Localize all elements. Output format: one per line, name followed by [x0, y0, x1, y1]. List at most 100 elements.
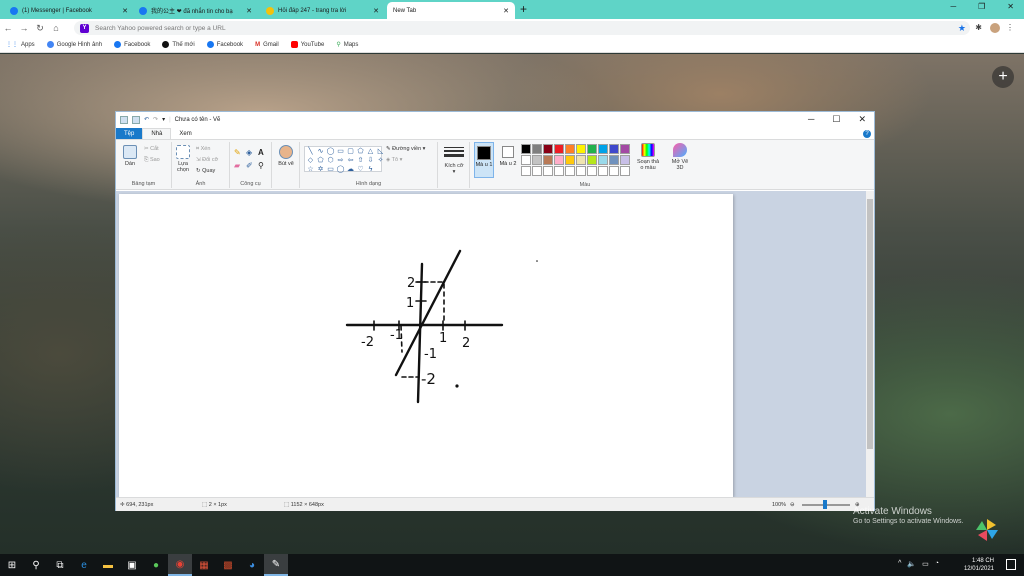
bookmark-apps[interactable]: ⋮⋮ Apps	[6, 41, 35, 49]
arrow-right-shape-icon[interactable]: ⇨	[336, 157, 345, 165]
avatar[interactable]	[990, 23, 1000, 33]
vertical-scrollbar[interactable]	[866, 191, 874, 497]
color-swatch[interactable]	[609, 144, 619, 154]
rounded-rect-shape-icon[interactable]: ▢	[346, 148, 355, 156]
tab-home[interactable]: Nhà	[142, 128, 172, 139]
rotate-button[interactable]: ↻ Quay	[196, 168, 215, 174]
color-swatch[interactable]	[587, 166, 597, 176]
color-swatch[interactable]	[554, 166, 564, 176]
tab-new-tab[interactable]: New Tab ✕	[387, 2, 515, 19]
color-swatch[interactable]	[543, 166, 553, 176]
notification-icon[interactable]	[1006, 559, 1016, 570]
file-explorer-icon[interactable]: ▬	[96, 554, 120, 576]
bookmark-facebook-2[interactable]: Facebook	[206, 41, 243, 48]
bookmark-maps[interactable]: ⚲ Maps	[336, 41, 358, 49]
save-icon[interactable]	[132, 115, 140, 124]
eraser-icon[interactable]: ▰	[234, 161, 242, 170]
color-swatch[interactable]	[554, 144, 564, 154]
tab-hoidap[interactable]: Hỏi đáp 247 - trang tra lời ✕	[260, 2, 385, 19]
network-icon[interactable]: ◔	[935, 560, 939, 568]
color-swatch[interactable]	[565, 166, 575, 176]
callout-oval-shape-icon[interactable]: ◯	[336, 166, 345, 174]
volume-icon[interactable]: 🔈	[907, 560, 916, 568]
size-button[interactable]: Kích cỡ ▾	[444, 145, 464, 175]
bookmark-youtube[interactable]: YouTube	[290, 41, 324, 48]
select-button[interactable]: Lựa chọn	[174, 145, 192, 173]
line-shape-icon[interactable]: ╲	[306, 148, 315, 156]
paint-taskbar-icon[interactable]: ✎	[264, 554, 288, 576]
copy-button[interactable]: ⎘ Sao	[144, 157, 160, 164]
office-icon[interactable]: ▦	[192, 554, 216, 576]
crop-button[interactable]: ⌗ Xén	[196, 146, 210, 153]
shapes-gallery[interactable]: ╲ ∿ ◯ ▭ ▢ ⬠ △ ◺ ◇ ⬠ ⬡ ⇨ ⇦ ⇧ ⇩ ✧ ☆ ✡ ▭ ◯	[304, 146, 385, 174]
right-triangle-shape-icon[interactable]: ◺	[376, 148, 385, 156]
color-swatch[interactable]	[521, 166, 531, 176]
back-icon[interactable]: ←	[0, 23, 16, 33]
diamond-shape-icon[interactable]: ◇	[306, 157, 315, 165]
color-swatch[interactable]	[587, 155, 597, 165]
redo-icon[interactable]: ↷	[153, 116, 158, 123]
color-swatch[interactable]	[609, 155, 619, 165]
forward-icon[interactable]: →	[16, 23, 32, 33]
color-swatch[interactable]	[532, 155, 542, 165]
new-tab-button[interactable]: +	[520, 2, 527, 16]
home-icon[interactable]: ⌂	[48, 23, 64, 33]
color-swatch[interactable]	[598, 144, 608, 154]
minimize-icon[interactable]: ─	[950, 2, 956, 11]
oval-shape-icon[interactable]: ◯	[326, 148, 335, 156]
scroll-thumb[interactable]	[867, 199, 873, 449]
app-icon[interactable]: ●	[144, 554, 168, 576]
start-icon[interactable]: ⊞	[0, 554, 24, 576]
zoom-out-icon[interactable]: ⊖	[790, 502, 795, 508]
color2-button[interactable]: Mà u 2	[499, 142, 517, 178]
color-swatch[interactable]	[543, 155, 553, 165]
arrow-left-shape-icon[interactable]: ⇦	[346, 157, 355, 165]
close-window-icon[interactable]: ✕	[858, 114, 866, 125]
callout-cloud-shape-icon[interactable]: ☁	[346, 166, 355, 174]
brushes-button[interactable]: Bút vẽ	[276, 145, 296, 167]
tab-file[interactable]: Tệp	[116, 128, 143, 139]
search-icon[interactable]: ⚲	[24, 554, 48, 576]
color-swatch[interactable]	[620, 155, 630, 165]
bookmark-star-icon[interactable]: ★	[958, 23, 966, 34]
close-icon[interactable]: ✕	[246, 7, 252, 15]
task-view-icon[interactable]: ⧉	[48, 554, 72, 576]
color-swatch[interactable]	[620, 144, 630, 154]
text-icon[interactable]: A	[258, 148, 266, 157]
add-shortcut-icon[interactable]: +	[992, 66, 1014, 88]
color-swatch[interactable]	[576, 166, 586, 176]
color-swatch[interactable]	[521, 155, 531, 165]
arrow-up-shape-icon[interactable]: ⇧	[356, 157, 365, 165]
store-icon[interactable]: ▣	[120, 554, 144, 576]
color-swatch[interactable]	[565, 144, 575, 154]
polygon-shape-icon[interactable]: ⬠	[356, 148, 365, 156]
color-swatch[interactable]	[521, 144, 531, 154]
minimize-icon[interactable]: ─	[808, 114, 814, 125]
rectangle-shape-icon[interactable]: ▭	[336, 148, 345, 156]
cut-button[interactable]: ✂ Cắt	[144, 146, 159, 152]
triangle-shape-icon[interactable]: △	[366, 148, 375, 156]
bookmark-the-moi[interactable]: Thế mới	[162, 41, 195, 48]
arrow-down-shape-icon[interactable]: ⇩	[366, 157, 375, 165]
undo-icon[interactable]: ↶	[144, 116, 149, 123]
tab-view[interactable]: Xem	[171, 128, 199, 139]
color-swatch[interactable]	[532, 144, 542, 154]
close-icon[interactable]: ✕	[122, 7, 128, 15]
drawing-canvas[interactable]: 2 1 -2 -1 1 2 -1 -2	[119, 194, 733, 497]
edge-icon[interactable]: e	[72, 554, 96, 576]
callout-rect-shape-icon[interactable]: ▭	[326, 166, 335, 174]
close-icon[interactable]: ✕	[503, 7, 509, 15]
pentagon-shape-icon[interactable]: ⬠	[316, 157, 325, 165]
paste-button[interactable]: Dán	[121, 145, 139, 167]
battery-icon[interactable]: ▭	[922, 560, 929, 568]
color-swatch[interactable]	[587, 144, 597, 154]
paint3d-button[interactable]: Mở Vẽ 3D	[668, 143, 692, 171]
color-swatch[interactable]	[565, 155, 575, 165]
tab-facebook-message[interactable]: 我的公主 ❤ đã nhắn tin cho bạ ✕	[133, 2, 258, 19]
star5-shape-icon[interactable]: ☆	[306, 166, 315, 174]
menu-icon[interactable]: ⋮	[1006, 23, 1014, 32]
powerpoint-icon[interactable]: ▩	[216, 554, 240, 576]
fill-dropdown[interactable]: ◈ Tô ▾	[386, 157, 402, 163]
edit-colors-button[interactable]: Soạn thả o màu	[635, 143, 661, 171]
bookmark-facebook[interactable]: Facebook	[114, 41, 150, 48]
